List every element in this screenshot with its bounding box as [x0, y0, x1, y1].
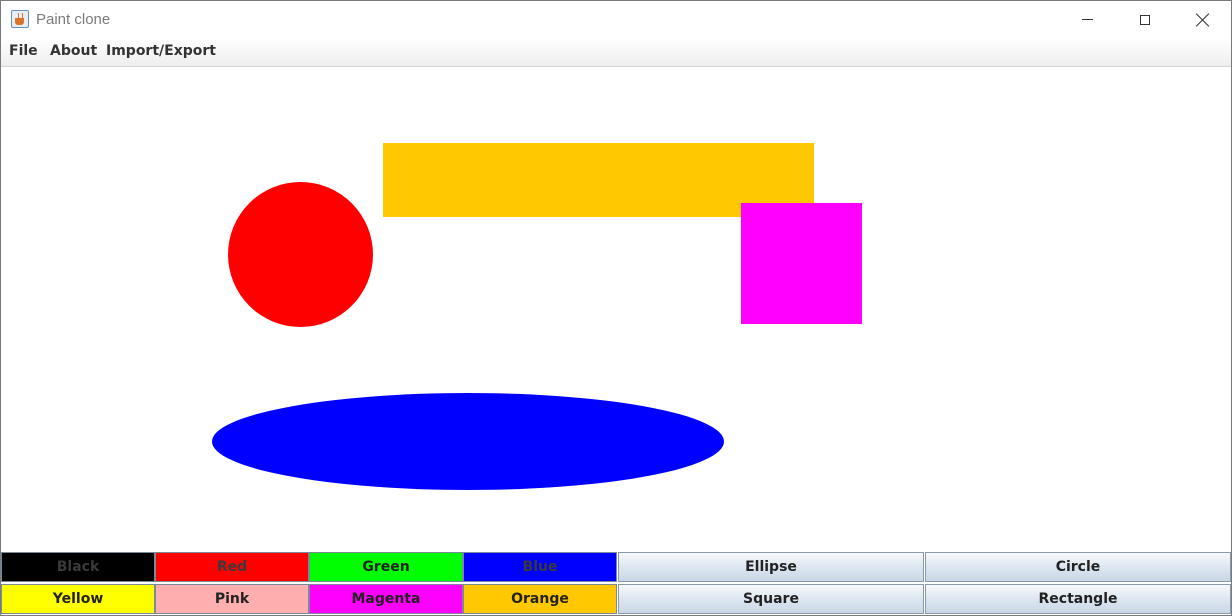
menu-bar: File About Import/Export [1, 38, 1231, 67]
ellipse-button[interactable]: Ellipse [618, 552, 924, 582]
close-icon [1196, 13, 1210, 27]
color-button-magenta[interactable]: Magenta [309, 584, 463, 614]
canvas-ellipse [212, 393, 724, 490]
color-button-blue[interactable]: Blue [463, 552, 617, 582]
menu-about[interactable]: About [50, 43, 97, 59]
drawing-canvas[interactable] [1, 67, 1231, 551]
minimize-icon [1081, 19, 1093, 20]
color-button-black[interactable]: Black [1, 552, 155, 582]
color-button-yellow[interactable]: Yellow [1, 584, 155, 614]
close-button[interactable] [1174, 1, 1232, 38]
menu-file[interactable]: File [9, 43, 38, 59]
title-bar: Paint clone [1, 1, 1231, 38]
canvas-square [741, 203, 862, 324]
color-button-pink[interactable]: Pink [155, 584, 309, 614]
window-title: Paint clone [36, 11, 111, 28]
minimize-button[interactable] [1058, 1, 1116, 38]
app-window: Paint clone File About Import/Export Bla… [0, 0, 1232, 616]
java-cup-icon [11, 10, 29, 28]
square-button[interactable]: Square [618, 584, 924, 614]
maximize-icon [1140, 14, 1150, 25]
menu-import-export[interactable]: Import/Export [106, 43, 216, 59]
rectangle-button[interactable]: Rectangle [925, 584, 1231, 614]
color-button-green[interactable]: Green [309, 552, 463, 582]
color-button-red[interactable]: Red [155, 552, 309, 582]
canvas-circle [228, 182, 373, 327]
color-button-orange[interactable]: Orange [463, 584, 617, 614]
circle-button[interactable]: Circle [925, 552, 1231, 582]
maximize-button[interactable] [1116, 1, 1174, 38]
